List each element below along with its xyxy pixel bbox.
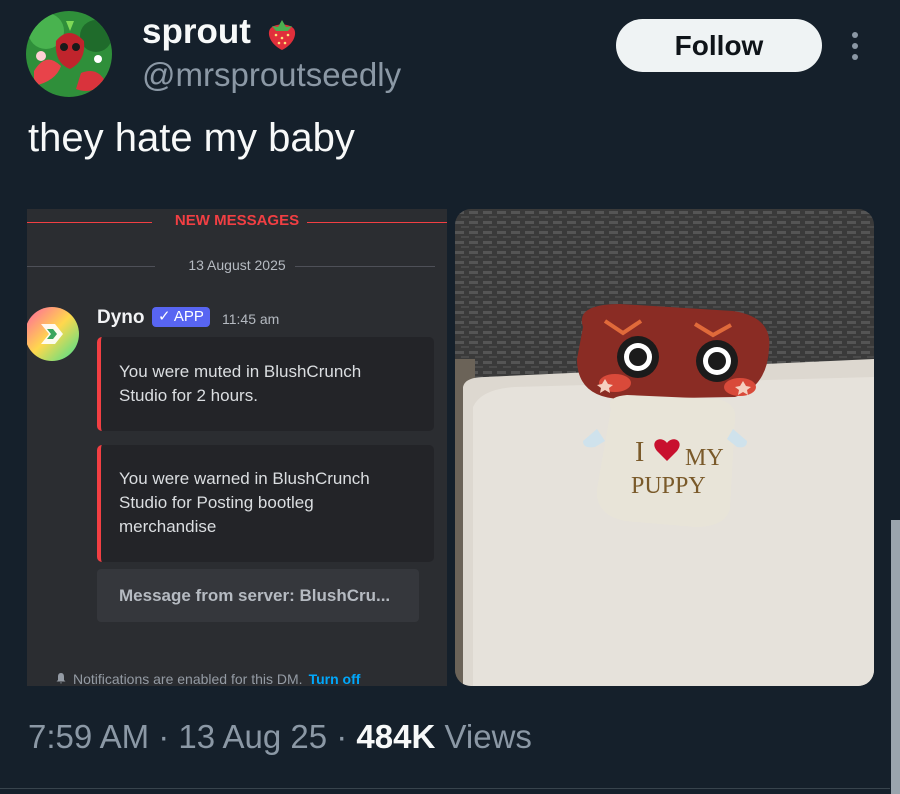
views-count[interactable]: 484K <box>356 718 435 755</box>
embed-line: merchandise <box>119 517 217 536</box>
embed-line: Studio for 2 hours. <box>119 386 258 405</box>
tweet-meta: 7:59 AM · 13 Aug 25 · 484K Views <box>28 718 532 756</box>
new-messages-label: NEW MESSAGES <box>166 212 308 229</box>
app-badge: ✓ APP <box>152 307 210 327</box>
follow-button[interactable]: Follow <box>616 19 822 72</box>
embed-line: Studio for Posting bootleg <box>119 493 314 512</box>
avatar[interactable] <box>26 11 112 97</box>
strawberry-icon <box>262 14 302 54</box>
server-message-button[interactable]: Message from server: BlushCru... <box>97 569 419 622</box>
warn-embed: You were warned in BlushCrunch Studio fo… <box>97 445 434 562</box>
tweet-text: they hate my baby <box>28 116 355 160</box>
shirt-text-my: MY <box>685 445 724 471</box>
embed-line: You were warned in BlushCrunch <box>119 469 370 488</box>
embed-line: You were muted in BlushCrunch <box>119 362 362 381</box>
post-time[interactable]: 7:59 AM <box>28 718 149 755</box>
bell-icon <box>55 671 67 686</box>
tweet-photo[interactable]: I MY PUPPY <box>455 209 874 686</box>
user-handle[interactable]: @mrsproutseedly <box>142 56 401 94</box>
mute-embed: You were muted in BlushCrunch Studio for… <box>97 337 434 431</box>
bot-avatar[interactable] <box>27 307 79 361</box>
display-name[interactable]: sprout <box>142 12 251 52</box>
bot-name[interactable]: Dyno <box>97 307 145 329</box>
message-timestamp: 11:45 am <box>222 311 280 327</box>
shirt-text-i: I <box>635 437 644 468</box>
post-date[interactable]: 13 Aug 25 <box>178 718 327 755</box>
notification-notice: Notifications are enabled for this DM. Tu… <box>55 671 360 686</box>
divider <box>0 788 890 789</box>
shirt-text-puppy: PUPPY <box>631 473 706 499</box>
separator-dot: · <box>158 718 170 755</box>
date-label: 13 August 2025 <box>180 257 294 273</box>
turn-off-link[interactable]: Turn off <box>309 671 361 686</box>
views-label[interactable]: Views <box>444 718 531 755</box>
discord-screenshot[interactable]: NEW MESSAGES 13 August 2025 Dyno ✓ APP 1… <box>27 209 447 686</box>
scrollbar[interactable] <box>891 520 900 794</box>
separator-dot: · <box>336 718 348 755</box>
notification-text: Notifications are enabled for this DM. <box>73 671 303 686</box>
more-options-icon[interactable] <box>848 30 862 62</box>
